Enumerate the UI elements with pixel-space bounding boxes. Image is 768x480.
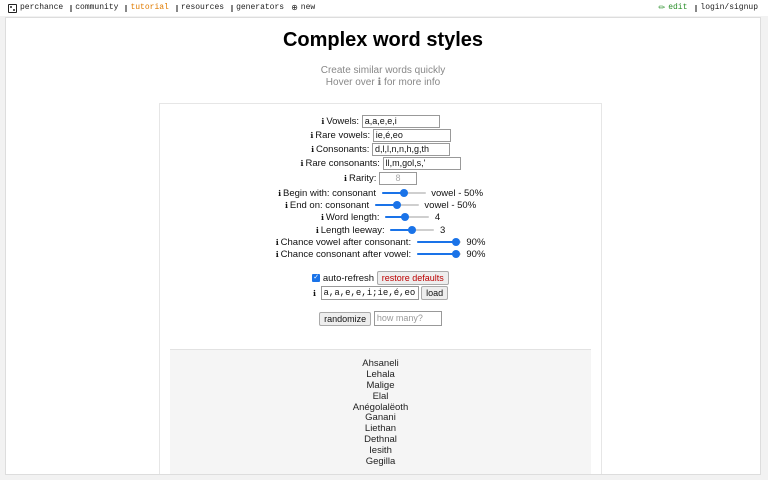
top-navigation-bar: perchance community tutorial resources g… (0, 0, 768, 16)
consonants-input[interactable]: d,l,l,n,n,h,g,th (372, 143, 451, 156)
hover-hint: Hover over ℹ for more info (325, 77, 441, 88)
info-icon[interactable]: ℹ (316, 226, 319, 235)
info-icon[interactable]: ℹ (311, 145, 314, 154)
chance-consonant-slider[interactable] (416, 250, 461, 259)
main-content: Complex word styles Create similar words… (5, 17, 761, 475)
dice-logo-icon (8, 3, 17, 13)
end-on-slider[interactable] (374, 201, 419, 210)
length-leeway-slider[interactable] (390, 226, 435, 235)
consonants-row: ℹ Consonants: d,l,l,n,n,h,g,th (160, 143, 601, 156)
edit-link[interactable]: ✏ edit (658, 0, 687, 16)
randomize-row: randomize how many? (160, 311, 601, 327)
nav-new[interactable]: ⊕ new (291, 0, 315, 16)
slider-handle[interactable] (452, 238, 461, 247)
info-icon[interactable]: ℹ (310, 131, 313, 140)
begin-with-slider[interactable] (381, 189, 426, 198)
auto-refresh-checkbox[interactable]: ✓ (312, 274, 321, 283)
plus-circle-icon: ⊕ (291, 3, 298, 12)
rarity-input[interactable]: 8 (379, 172, 418, 185)
info-icon[interactable]: ℹ (276, 250, 279, 259)
info-icon[interactable]: ℹ (344, 174, 347, 183)
page-subtitle: Create similar words quickly (320, 65, 446, 76)
info-icon[interactable]: ℹ (321, 117, 324, 126)
nav-resources[interactable]: resources (175, 0, 224, 16)
rare-consonants-row: ℹ Rare consonants: ll,m,gol,s,' (160, 157, 601, 170)
bar-icon (231, 4, 234, 12)
login-signup-link[interactable]: login/signup (695, 0, 758, 16)
word-length-row: ℹ Word length: 4 (320, 212, 441, 223)
rarity-row: ℹ Rarity: 8 (160, 172, 601, 185)
bar-icon (175, 4, 178, 12)
vowels-input[interactable]: a,a,e,e,i (361, 115, 440, 128)
rare-vowels-input[interactable]: ie,é,eo (372, 129, 451, 142)
nav-tutorial[interactable]: tutorial (125, 0, 169, 16)
chance-vowel-slider[interactable] (416, 238, 461, 247)
load-input[interactable]: a,a,e,e,i;ie,é,eo (320, 286, 419, 301)
rare-vowels-row: ℹ Rare vowels: ie,é,eo (160, 129, 601, 142)
bar-icon (695, 4, 698, 12)
how-many-input[interactable]: how many? (373, 311, 442, 326)
info-icon[interactable]: ℹ (276, 238, 279, 247)
options-row: ✓ auto-refresh restore defaults (160, 271, 601, 286)
info-icon[interactable]: ℹ (313, 289, 316, 298)
bar-icon (125, 4, 128, 12)
info-icon[interactable]: ℹ (278, 189, 281, 198)
generated-word: Elal (372, 390, 389, 402)
slider-handle[interactable] (392, 201, 401, 210)
slider-handle[interactable] (401, 213, 410, 222)
auto-refresh-label: auto-refresh (322, 273, 375, 284)
rare-consonants-input[interactable]: ll,m,gol,s,' (382, 157, 461, 170)
bar-icon (70, 4, 73, 12)
word-length-slider[interactable] (385, 213, 430, 222)
nav-generators[interactable]: generators (231, 0, 284, 16)
vowels-row: ℹ Vowels: a,a,e,e,i (160, 115, 601, 128)
slider-handle[interactable] (452, 250, 461, 259)
load-row: ℹ a,a,e,e,i;ie,é,eo load (160, 286, 601, 301)
randomize-button[interactable]: randomize (319, 311, 372, 326)
nav-community[interactable]: community (70, 0, 118, 16)
generated-word: Gegilla (365, 456, 396, 468)
info-icon[interactable]: ℹ (285, 201, 288, 210)
nav-perchance[interactable]: perchance (8, 0, 63, 16)
pencil-icon: ✏ (658, 3, 666, 12)
restore-defaults-button[interactable]: restore defaults (376, 271, 449, 286)
load-button[interactable]: load (421, 286, 449, 301)
info-icon[interactable]: ℹ (321, 213, 324, 222)
info-icon[interactable]: ℹ (300, 159, 303, 168)
slider-handle[interactable] (399, 189, 408, 198)
generator-panel: ℹ Vowels: a,a,e,e,i ℹ Rare vowels: ie,é,eo… (159, 103, 602, 474)
generated-words-output: Ahsaneli Lehala Malige Elal Anégolalëoth Gana… (170, 349, 591, 474)
page-title: Complex word styles (282, 29, 484, 51)
chance-consonant-row: ℹ Chance consonant after vowel: 90% (275, 249, 486, 260)
slider-handle[interactable] (408, 226, 417, 235)
